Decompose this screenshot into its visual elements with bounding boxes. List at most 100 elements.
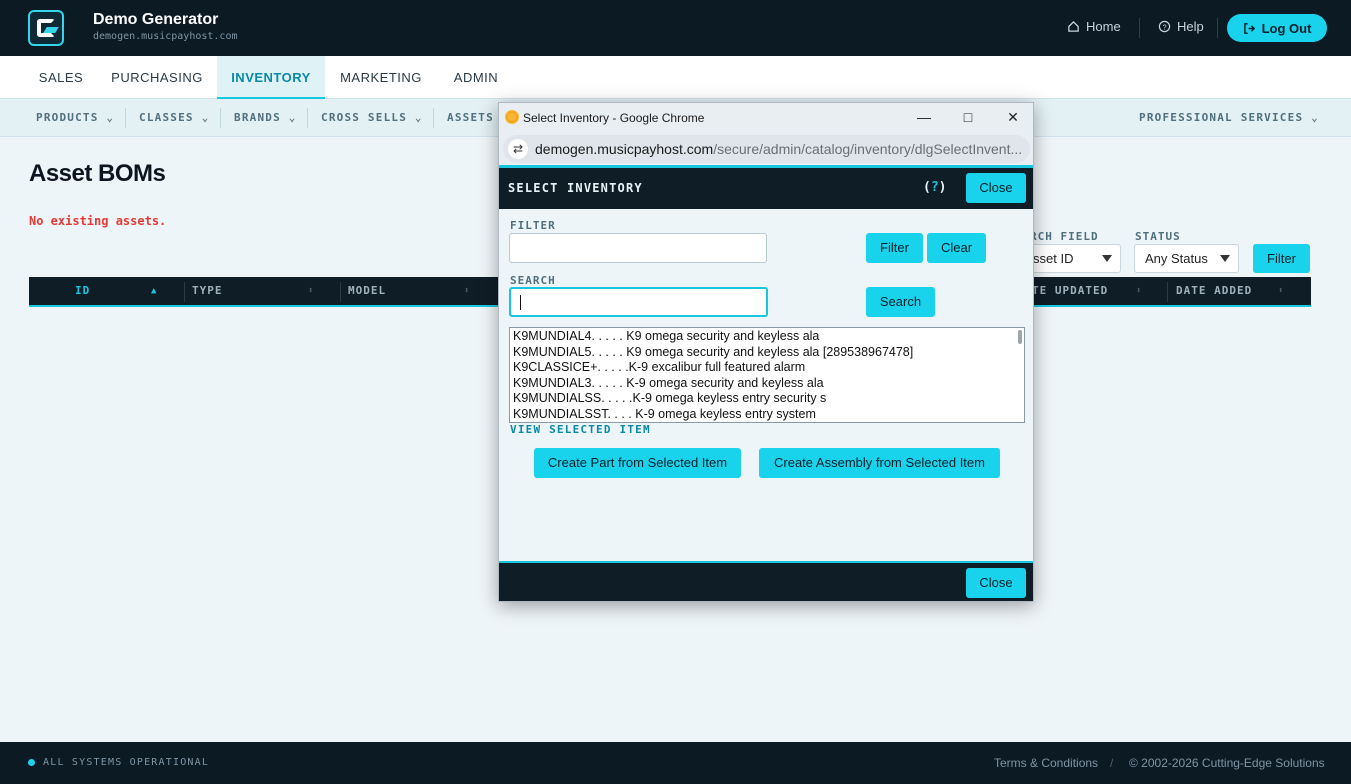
- sort-icon[interactable]: ⬍: [308, 277, 313, 305]
- list-item[interactable]: K9MUNDIAL4. . . . . K9 omega security an…: [513, 328, 819, 344]
- filter-button[interactable]: Filter: [1253, 244, 1310, 273]
- terms-link[interactable]: Terms & Conditions: [994, 756, 1098, 770]
- create-assembly-button[interactable]: Create Assembly from Selected Item: [759, 448, 1000, 478]
- window-titlebar[interactable]: Select Inventory - Google Chrome — □ ✕: [499, 103, 1033, 133]
- window-title: Select Inventory - Google Chrome: [523, 111, 705, 125]
- page-title: Asset BOMs: [29, 160, 166, 187]
- nav-sales[interactable]: SALES: [29, 56, 93, 99]
- address-bar: ⇄ demogen.musicpayhost.com/secure/admin/…: [499, 133, 1033, 165]
- help-link[interactable]: ? Help: [1158, 19, 1204, 34]
- help-paren-open: (: [923, 180, 931, 195]
- nav-inventory[interactable]: INVENTORY: [217, 56, 325, 99]
- home-icon: [1068, 20, 1079, 32]
- chevron-down-icon: ⌄: [106, 111, 115, 124]
- column-model[interactable]: MODEL: [348, 277, 386, 305]
- help-label: Help: [1177, 19, 1204, 34]
- home-label: Home: [1086, 19, 1121, 34]
- status-select[interactable]: Any Status: [1134, 244, 1239, 273]
- nav-purchasing[interactable]: PURCHASING: [103, 56, 211, 99]
- svg-text:?: ?: [1162, 22, 1166, 31]
- divider: [307, 108, 308, 128]
- close-window-icon[interactable]: ✕: [1004, 108, 1022, 126]
- chevron-down-icon: ⌄: [288, 111, 297, 124]
- logout-label: Log Out: [1261, 20, 1312, 36]
- column-date-updated[interactable]: TE UPDATED: [1032, 277, 1108, 305]
- main-nav: SALES PURCHASING INVENTORY MARKETING ADM…: [0, 56, 1351, 99]
- dialog-title: SELECT INVENTORY: [508, 181, 643, 195]
- column-id[interactable]: ID: [75, 277, 90, 305]
- subnav-assets[interactable]: ASSETS: [447, 99, 494, 137]
- sort-asc-icon[interactable]: ▲: [151, 277, 156, 305]
- create-part-button[interactable]: Create Part from Selected Item: [534, 448, 741, 478]
- divider: [1217, 18, 1218, 38]
- dialog-filter-button[interactable]: Filter: [866, 233, 923, 263]
- divider: [125, 108, 126, 128]
- subnav-products[interactable]: PRODUCTS ⌄: [36, 99, 114, 137]
- list-item[interactable]: K9MUNDIALSS. . . . .K-9 omega keyless en…: [513, 390, 826, 406]
- divider: [1139, 18, 1140, 38]
- list-item[interactable]: K9MUNDIALSST. . . . K-9 omega keyless en…: [513, 406, 816, 422]
- subnav-professional-services[interactable]: PROFESSIONAL SERVICES ⌄: [1139, 99, 1319, 137]
- clear-button[interactable]: Clear: [927, 233, 986, 263]
- sort-icon[interactable]: ⬍: [1278, 277, 1283, 305]
- subnav-brands[interactable]: BRANDS ⌄: [234, 99, 297, 137]
- url-text: demogen.musicpayhost.com/secure/admin/ca…: [535, 141, 1022, 157]
- footer-close-button[interactable]: Close: [966, 568, 1026, 598]
- search-button[interactable]: Search: [866, 287, 935, 317]
- list-item[interactable]: K9MUNDIAL5. . . . . K9 omega security an…: [513, 344, 913, 360]
- search-field-value: sset ID: [1033, 251, 1074, 266]
- system-status: ALL SYSTEMS OPERATIONAL: [43, 757, 210, 768]
- list-item[interactable]: K9MUNDIAL3. . . . . K-9 omega security a…: [513, 375, 824, 391]
- empty-message: No existing assets.: [29, 214, 167, 228]
- help-icon[interactable]: (?): [923, 180, 946, 195]
- logout-button[interactable]: Log Out: [1227, 14, 1327, 42]
- list-item[interactable]: K9CLASSICE+. . . . .K-9 excalibur full f…: [513, 359, 805, 375]
- subnav-brands-label: BRANDS: [234, 111, 281, 124]
- url-field[interactable]: ⇄ demogen.musicpayhost.com/secure/admin/…: [503, 135, 1030, 163]
- subnav-cross-sells[interactable]: CROSS SELLS ⌄: [321, 99, 423, 137]
- column-date-added[interactable]: DATE ADDED: [1176, 277, 1252, 305]
- scrollbar[interactable]: [1018, 330, 1022, 344]
- caret-down-icon: [1102, 255, 1112, 262]
- copyright: © 2002-2026 Cutting-Edge Solutions: [1129, 756, 1325, 770]
- search-input[interactable]: [509, 287, 768, 317]
- status-value: Any Status: [1145, 251, 1208, 266]
- url-host: demogen.musicpayhost.com: [535, 141, 714, 157]
- subnav-products-label: PRODUCTS: [36, 111, 99, 124]
- subnav-cross-sells-label: CROSS SELLS: [321, 111, 408, 124]
- minimize-icon[interactable]: —: [915, 108, 933, 126]
- sort-icon[interactable]: ⬍: [1136, 277, 1141, 305]
- nav-marketing[interactable]: MARKETING: [331, 56, 431, 99]
- maximize-icon[interactable]: □: [959, 108, 977, 126]
- filter-input[interactable]: [509, 233, 767, 263]
- sort-icon[interactable]: ⬍: [464, 277, 469, 305]
- divider: [1167, 282, 1168, 302]
- select-inventory-window: Select Inventory - Google Chrome — □ ✕ ⇄…: [498, 102, 1034, 602]
- chevron-down-icon: ⌄: [1311, 111, 1319, 124]
- brand-subtitle: demogen.musicpayhost.com: [93, 31, 238, 42]
- inventory-listbox[interactable]: K9MUNDIAL4. . . . . K9 omega security an…: [509, 327, 1025, 423]
- chevron-down-icon: ⌄: [201, 111, 210, 124]
- view-selected-item-link[interactable]: VIEW SELECTED ITEM: [510, 423, 651, 436]
- search-label: SEARCH: [510, 274, 556, 287]
- caret-down-icon: [1220, 255, 1230, 262]
- status-indicator-icon: [28, 759, 35, 766]
- help-question: ?: [930, 180, 939, 195]
- url-path: /secure/admin/catalog/inventory/dlgSelec…: [713, 141, 1023, 157]
- home-link[interactable]: Home: [1067, 19, 1121, 34]
- subnav-classes-label: CLASSES: [139, 111, 194, 124]
- top-bar: Demo Generator demogen.musicpayhost.com …: [0, 0, 1351, 56]
- site-settings-icon[interactable]: ⇄: [508, 139, 528, 159]
- search-field-label: RCH FIELD: [1030, 230, 1099, 243]
- nav-admin[interactable]: ADMIN: [441, 56, 511, 99]
- subnav-classes[interactable]: CLASSES ⌄: [139, 99, 209, 137]
- search-field-select[interactable]: sset ID: [1022, 244, 1121, 273]
- subnav-professional-services-label: PROFESSIONAL SERVICES: [1139, 111, 1304, 124]
- divider: [340, 282, 341, 302]
- close-button[interactable]: Close: [966, 173, 1026, 203]
- favicon-icon: [505, 110, 519, 124]
- column-type[interactable]: TYPE: [192, 277, 223, 305]
- logo-icon[interactable]: [28, 10, 64, 46]
- divider: [220, 108, 221, 128]
- text-cursor: [520, 295, 521, 310]
